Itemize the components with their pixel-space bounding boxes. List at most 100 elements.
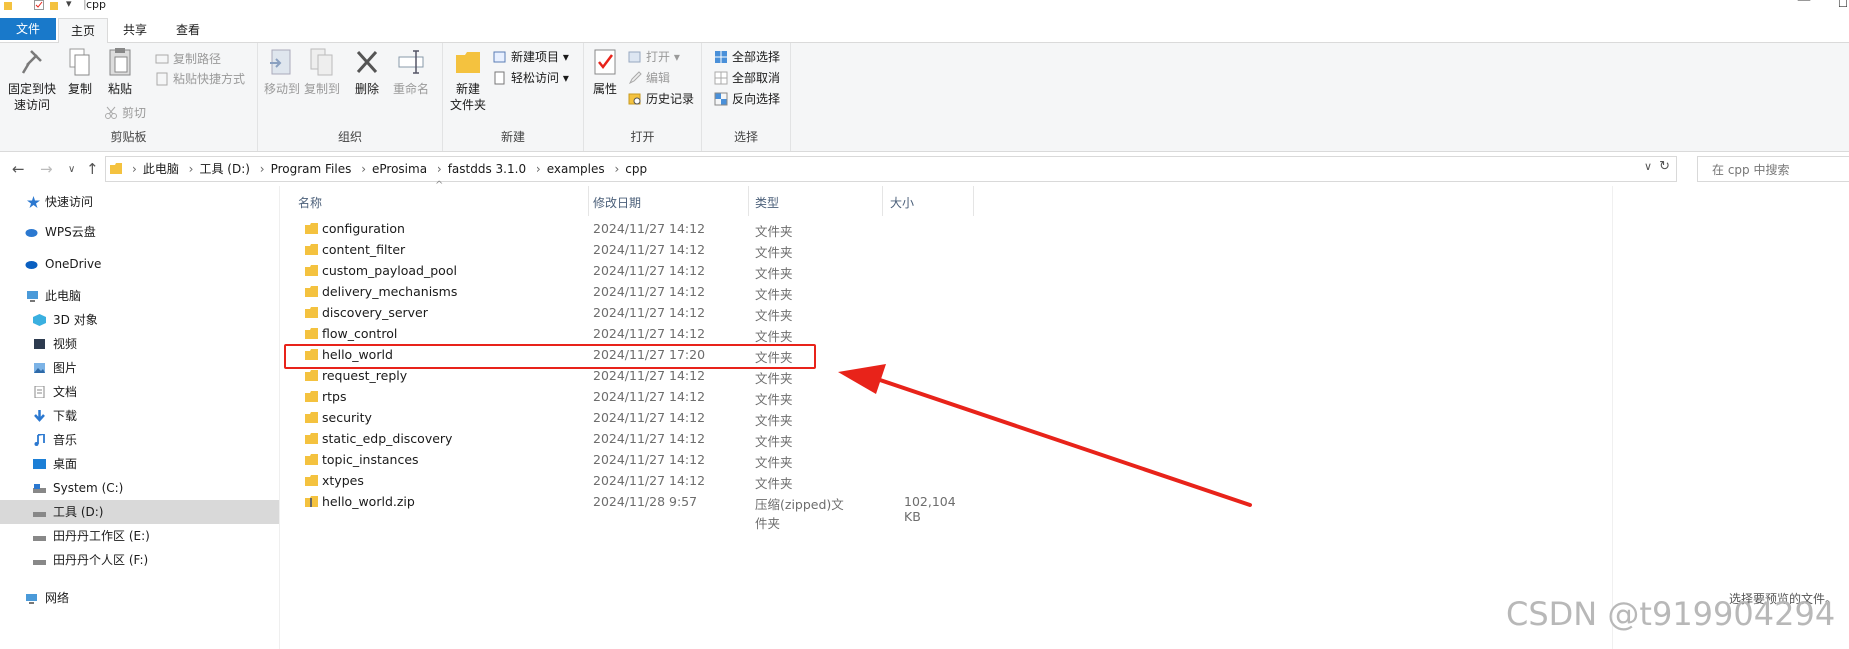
open-icon [628,51,641,63]
easy-access-button[interactable]: 轻松访问 ▾ [493,68,569,88]
nav-drive-c[interactable]: System (C:) [0,476,279,500]
copy-label: 复制 [67,82,92,96]
list-item[interactable]: hello_world.zip 2024/11/28 9:57 压缩(zipped)… [292,492,956,531]
nav-label: 音乐 [53,433,78,447]
crumb-examples[interactable]: examples [547,162,605,176]
maximize-button[interactable]: ☐ [1838,0,1848,10]
paste-shortcut-label: 粘贴快捷方式 [173,72,246,86]
list-item[interactable]: configuration 2024/11/27 14:12 文件夹 [292,219,852,240]
file-type: 文件夹 [755,434,793,449]
tab-file[interactable]: 文件 [0,18,56,40]
crumb-cpp[interactable]: cpp [625,162,647,176]
crumb-fastdds[interactable]: fastdds 3.1.0 [448,162,526,176]
invert-selection-button[interactable]: 反向选择 [714,89,780,109]
copy-to-button[interactable]: 复制到 [302,47,342,97]
nav-3d-objects[interactable]: 3D 对象 [0,308,279,332]
cut-button[interactable]: 剪切 [104,103,146,123]
address-bar[interactable]: › 此电脑 › 工具 (D:) › Program Files › eProsima ›… [105,156,1677,182]
column-header-date[interactable]: 修改日期 [593,188,641,218]
properties-label: 属性 [592,82,617,96]
file-date: 2024/11/27 14:12 [593,452,706,467]
back-arrow-icon[interactable]: ← [12,160,25,178]
pin-quick-access-button[interactable]: 固定到快 速访问 [4,47,60,113]
pin-label-line2: 速访问 [13,98,50,112]
up-arrow-icon[interactable]: ↑ [86,160,99,178]
properties-check-icon[interactable] [34,0,44,10]
new-folder-label-1: 新建 [455,82,480,96]
new-item-button[interactable]: 新建项目 ▾ [493,47,569,67]
rename-button[interactable]: 重命名 [390,47,432,97]
preview-pane-divider[interactable] [1612,186,1613,649]
list-item[interactable]: static_edp_discovery 2024/11/27 14:12 文件夹 [292,429,852,450]
search-input[interactable]: 在 cpp 中搜索 [1697,156,1849,182]
nav-downloads[interactable]: 下载 [0,404,279,428]
refresh-icon[interactable]: ↻ [1659,159,1670,174]
minimize-button[interactable]: — [1797,0,1811,8]
tab-share[interactable]: 共享 [118,18,152,42]
history-button[interactable]: 历史记录 [628,89,694,109]
new-folder-quick-icon[interactable] [50,0,58,10]
nav-quick-access[interactable]: 快速访问 [0,190,279,214]
list-item[interactable]: delivery_mechanisms 2024/11/27 14:12 文件夹 [292,282,852,303]
nav-videos[interactable]: 视频 [0,332,279,356]
list-item[interactable]: xtypes 2024/11/27 14:12 文件夹 [292,471,852,492]
list-item[interactable]: rtps 2024/11/27 14:12 文件夹 [292,387,852,408]
column-header-size[interactable]: 大小 [890,188,914,218]
quick-access-dropdown-icon[interactable]: ▾ [66,0,72,10]
crumb-this-pc[interactable]: 此电脑 [143,162,179,176]
recent-dropdown-icon[interactable]: ∨ [68,164,75,175]
list-item[interactable]: security 2024/11/27 14:12 文件夹 [292,408,852,429]
tab-view[interactable]: 查看 [170,18,206,42]
folder-icon [305,265,318,276]
copy-path-button[interactable]: 复制路径 [155,49,221,69]
list-item[interactable]: discovery_server 2024/11/27 14:12 文件夹 [292,303,852,324]
select-all-button[interactable]: 全部选择 [714,47,780,67]
crumb-program-files[interactable]: Program Files [271,162,352,176]
paste-shortcut-button[interactable]: 粘贴快捷方式 [155,69,245,89]
edit-button[interactable]: 编辑 [628,68,670,88]
list-item[interactable]: request_reply 2024/11/27 14:12 文件夹 [292,366,852,387]
column-header-name[interactable]: 名称 [298,188,322,218]
copy-path-label: 复制路径 [173,52,222,66]
list-item[interactable]: custom_payload_pool 2024/11/27 14:12 文件夹 [292,261,852,282]
file-date: 2024/11/27 14:12 [593,221,706,236]
list-item[interactable]: content_filter 2024/11/27 14:12 文件夹 [292,240,852,261]
file-date: 2024/11/27 14:12 [593,389,706,404]
open-button[interactable]: 打开 ▾ [628,47,680,67]
tab-home[interactable]: 主页 [58,18,108,44]
file-date: 2024/11/27 14:12 [593,242,706,257]
column-divider[interactable] [588,186,589,216]
nav-wps-cloud[interactable]: WPS云盘 [0,220,279,244]
list-item[interactable]: flow_control 2024/11/27 14:12 文件夹 [292,324,852,345]
column-divider[interactable] [973,186,974,216]
address-dropdown-icon[interactable]: ∨ [1644,160,1652,173]
nav-music[interactable]: 音乐 [0,428,279,452]
crumb-drive-d[interactable]: 工具 (D:) [199,162,249,176]
forward-arrow-icon[interactable]: → [40,160,53,178]
list-item[interactable]: topic_instances 2024/11/27 14:12 文件夹 [292,450,852,471]
nav-network[interactable]: 网络 [0,586,279,610]
nav-drive-e[interactable]: 田丹丹工作区 (E:) [0,524,279,548]
select-none-button[interactable]: 全部取消 [714,68,780,88]
nav-drive-f[interactable]: 田丹丹个人区 (F:) [0,548,279,572]
nav-pictures[interactable]: 图片 [0,356,279,380]
breadcrumb: › 此电脑 › 工具 (D:) › Program Files › eProsima ›… [126,160,647,177]
nav-this-pc[interactable]: 此电脑 [0,284,279,308]
nav-drive-d[interactable]: 工具 (D:) [0,500,279,524]
new-folder-button[interactable]: 新建 文件夹 [447,47,489,113]
computer-icon [27,291,38,302]
nav-documents[interactable]: 文档 [0,380,279,404]
nav-desktop[interactable]: 桌面 [0,452,279,476]
paste-button[interactable]: 粘贴 [102,47,138,97]
invert-selection-icon [714,92,728,106]
nav-label: 视频 [53,337,78,351]
column-divider[interactable] [748,186,749,216]
delete-button[interactable]: 删除 [352,47,382,97]
column-divider[interactable] [882,186,883,216]
column-header-type[interactable]: 类型 [755,188,779,218]
nav-onedrive[interactable]: OneDrive [0,252,279,276]
properties-button[interactable]: 属性 [588,47,622,97]
crumb-eprosima[interactable]: eProsima [372,162,427,176]
copy-button[interactable]: 复制 [62,47,98,97]
move-to-button[interactable]: 移动到 [262,47,302,97]
